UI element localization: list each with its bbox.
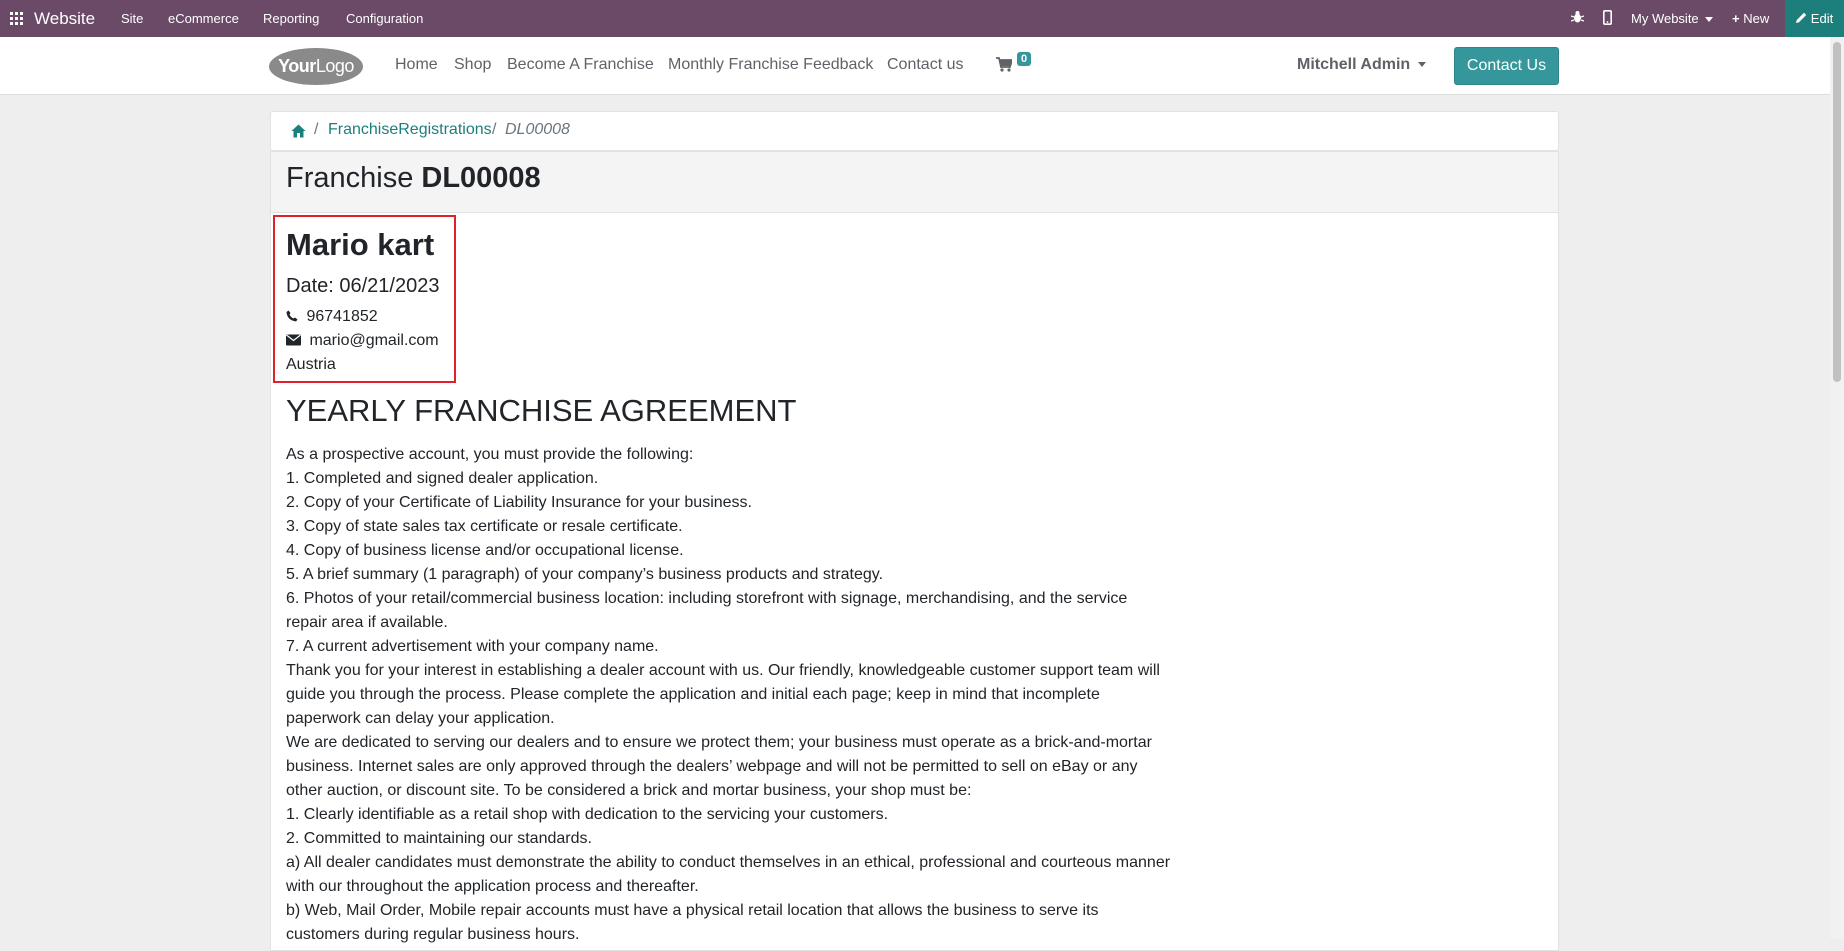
- phone-icon: [286, 308, 306, 325]
- edit-label: Edit: [1810, 11, 1834, 26]
- new-button[interactable]: + New: [1732, 11, 1769, 26]
- scrollbar-thumb[interactable]: [1833, 42, 1841, 382]
- bug-icon[interactable]: [1570, 10, 1585, 27]
- agreement-line: b) Web, Mail Order, Mobile repair accoun…: [286, 902, 1099, 919]
- logo-text: YourLogo: [278, 56, 354, 77]
- nav-contact-us[interactable]: Contact us: [887, 56, 963, 74]
- user-menu[interactable]: Mitchell Admin: [1297, 56, 1427, 74]
- breadcrumb: / FranchiseRegistrations / DL00008: [270, 111, 1559, 151]
- new-label: New: [1743, 11, 1770, 26]
- plus-icon: +: [1732, 11, 1740, 26]
- page-title: Franchise DL00008: [286, 162, 541, 195]
- logo-text-bold: Your: [278, 56, 316, 76]
- email-line: mario@gmail.com: [286, 332, 439, 350]
- agreement-line: 6. Photos of your retail/commercial busi…: [286, 590, 1128, 607]
- country: Austria: [286, 356, 336, 373]
- contact-us-button[interactable]: Contact Us: [1454, 47, 1559, 85]
- agreement-line: business. Internet sales are only approv…: [286, 758, 1138, 775]
- page-scrollbar[interactable]: [1830, 37, 1844, 939]
- cart-count-badge: 0: [1017, 52, 1032, 66]
- cart-icon[interactable]: [996, 57, 1014, 73]
- franchise-card: Franchise DL00008 Mario kart Date: 06/21…: [270, 151, 1559, 951]
- breadcrumb-separator: /: [492, 121, 497, 138]
- title-prefix: Franchise: [286, 162, 414, 194]
- odoo-top-navbar: Website Site eCommerce Reporting Configu…: [0, 0, 1844, 37]
- app-brand[interactable]: Website: [34, 9, 95, 29]
- chevron-down-icon: [1705, 17, 1714, 23]
- agreement-line: As a prospective account, you must provi…: [286, 446, 694, 463]
- phone-line: 96741852: [286, 308, 378, 326]
- website-selector[interactable]: My Website: [1631, 11, 1714, 26]
- agreement-line: guide you through the process. Please co…: [286, 686, 1100, 703]
- nav-monthly-franchise-feedback[interactable]: Monthly Franchise Feedback: [668, 56, 873, 74]
- agreement-line: 2. Copy of your Certificate of Liability…: [286, 494, 752, 511]
- agreement-line: 4. Copy of business license and/or occup…: [286, 542, 684, 559]
- edit-button[interactable]: Edit: [1785, 0, 1844, 37]
- menu-site[interactable]: Site: [121, 11, 143, 26]
- email-address: mario@gmail.com: [309, 332, 439, 349]
- agreement-line: with our throughout the application proc…: [286, 878, 699, 895]
- website-header: YourLogo Home Shop Become A Franchise Mo…: [0, 37, 1844, 95]
- mobile-icon[interactable]: [1603, 10, 1613, 28]
- agreement-line: 1. Completed and signed dealer applicati…: [286, 470, 599, 487]
- website-selector-label: My Website: [1631, 11, 1699, 26]
- envelope-icon: [286, 332, 309, 349]
- chevron-down-icon: [1418, 62, 1427, 68]
- card-header: Franchise DL00008: [271, 152, 1558, 213]
- menu-reporting[interactable]: Reporting: [263, 11, 319, 26]
- home-icon[interactable]: [291, 124, 306, 138]
- agreement-line: 7. A current advertisement with your com…: [286, 638, 659, 655]
- site-logo[interactable]: YourLogo: [269, 48, 363, 85]
- agreement-line: 3. Copy of state sales tax certificate o…: [286, 518, 683, 535]
- franchise-name: Mario kart: [286, 227, 435, 262]
- agreement-line: 5. A brief summary (1 paragraph) of your…: [286, 566, 884, 583]
- agreement-line: 1. Clearly identifiable as a retail shop…: [286, 806, 889, 823]
- franchise-date: Date: 06/21/2023: [286, 275, 440, 297]
- agreement-line: paperwork can delay your application.: [286, 710, 555, 727]
- nav-become-a-franchise[interactable]: Become A Franchise: [507, 56, 654, 74]
- agreement-body: As a prospective account, you must provi…: [286, 443, 1171, 947]
- title-code: DL00008: [421, 162, 541, 194]
- nav-shop[interactable]: Shop: [454, 56, 491, 74]
- agreement-title: YEARLY FRANCHISE AGREEMENT: [286, 393, 797, 428]
- agreement-line: other auction, or discount site. To be c…: [286, 782, 972, 799]
- agreement-line: customers during regular business hours.: [286, 926, 580, 943]
- nav-home[interactable]: Home: [395, 56, 438, 74]
- agreement-line: a) All dealer candidates must demonstrat…: [286, 854, 1171, 871]
- agreement-line: We are dedicated to serving our dealers …: [286, 734, 1152, 751]
- breadcrumb-separator: /: [314, 121, 319, 138]
- agreement-line: 2. Committed to maintaining our standard…: [286, 830, 592, 847]
- agreement-line: Thank you for your interest in establish…: [286, 662, 1160, 679]
- phone-number: 96741852: [306, 308, 378, 325]
- apps-icon[interactable]: [10, 12, 23, 25]
- breadcrumb-franchise-registrations[interactable]: FranchiseRegistrations: [328, 121, 492, 139]
- menu-ecommerce[interactable]: eCommerce: [168, 11, 239, 26]
- breadcrumb-current: DL00008: [505, 121, 570, 138]
- pencil-icon: [1795, 11, 1807, 26]
- menu-configuration[interactable]: Configuration: [346, 11, 423, 26]
- agreement-line: repair area if available.: [286, 614, 448, 631]
- logo-text-normal: Logo: [315, 56, 355, 76]
- user-name: Mitchell Admin: [1297, 56, 1411, 73]
